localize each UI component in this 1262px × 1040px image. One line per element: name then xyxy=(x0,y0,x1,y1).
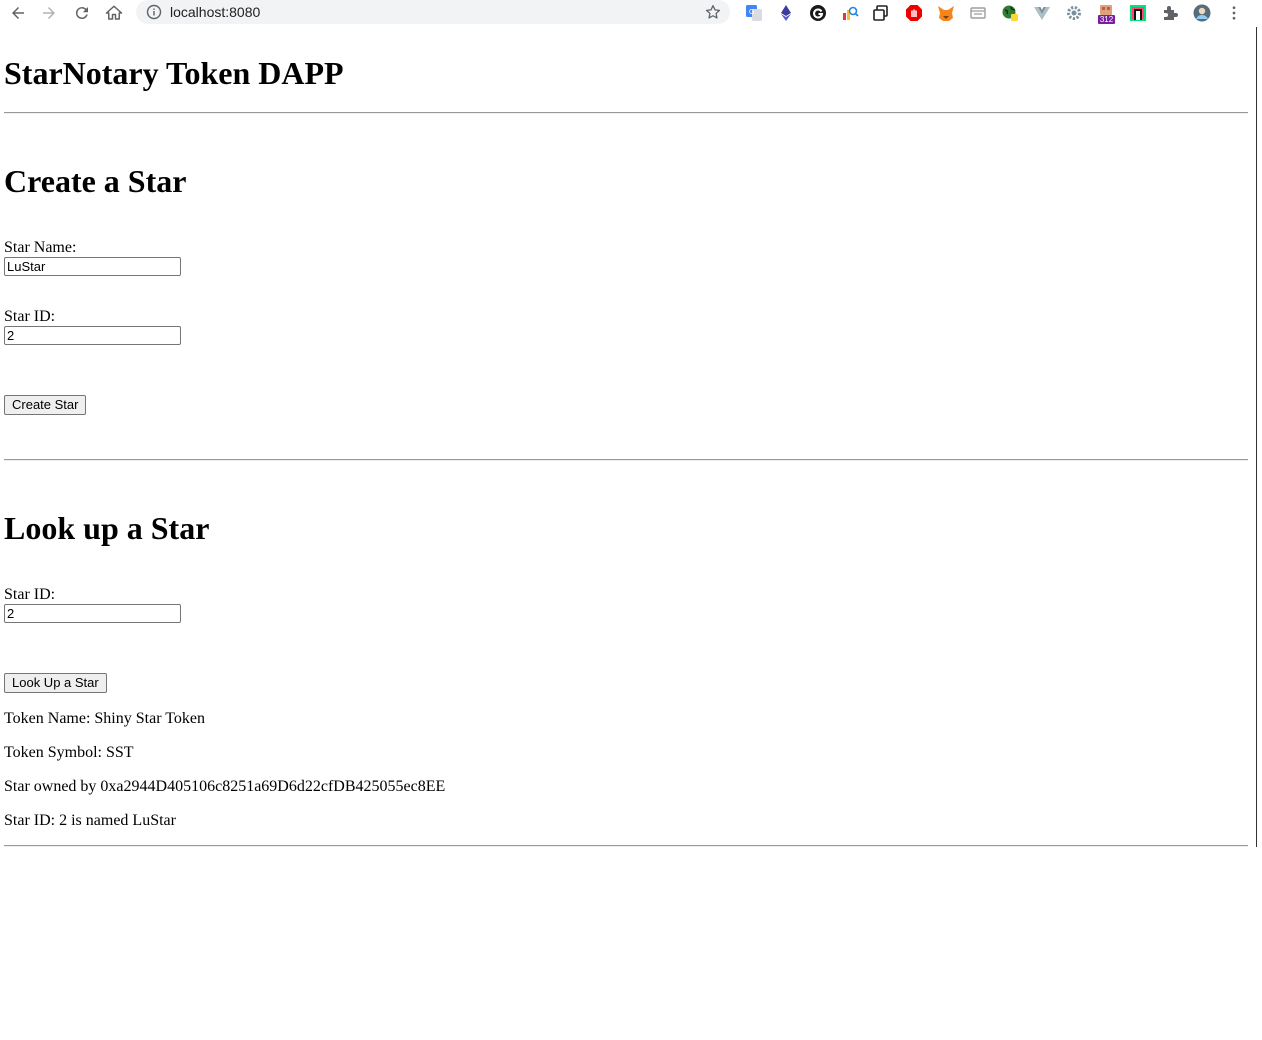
create-star-heading: Create a Star xyxy=(4,163,187,199)
back-button[interactable] xyxy=(6,1,30,25)
token-name-text: Token Name: Shiny Star Token xyxy=(4,710,205,727)
create-star-button[interactable]: Create Star xyxy=(4,395,87,415)
notion-icon[interactable] xyxy=(1127,2,1149,24)
calendar-icon[interactable]: 312 xyxy=(1095,2,1117,24)
settings-icon[interactable] xyxy=(1063,2,1085,24)
arrow-left-icon xyxy=(12,7,24,19)
token-symbol-text: Token Symbol: SST xyxy=(4,744,134,761)
lookup-star-button[interactable]: Look Up a Star xyxy=(4,673,107,693)
reload-button[interactable] xyxy=(70,1,94,25)
home-button[interactable] xyxy=(102,1,126,25)
google-translate-icon[interactable]: G xyxy=(743,2,765,24)
browser-toolbar: localhost:8080 G 312 xyxy=(0,0,1262,26)
vue-devtools-icon[interactable] xyxy=(1031,2,1053,24)
create-star-id-input[interactable] xyxy=(4,326,181,345)
lookup-star-heading: Look up a Star xyxy=(4,510,210,546)
url-text[interactable]: localhost:8080 xyxy=(170,4,260,20)
reader-icon[interactable] xyxy=(967,2,989,24)
puzzle-icon[interactable] xyxy=(1159,2,1181,24)
address-bar[interactable]: localhost:8080 xyxy=(136,0,730,24)
ethereum-icon[interactable] xyxy=(775,2,797,24)
search-tool-icon[interactable] xyxy=(839,2,861,24)
tab-copy-icon[interactable] xyxy=(870,2,892,24)
bookmark-star-icon[interactable] xyxy=(704,3,722,21)
forward-button[interactable] xyxy=(37,1,61,25)
arrow-right-icon xyxy=(43,7,55,19)
page-title: StarNotary Token DAPP xyxy=(4,55,344,91)
star-name-input[interactable] xyxy=(4,257,181,276)
divider-top xyxy=(4,112,1248,114)
create-star-id-label: Star ID: xyxy=(4,308,56,325)
divider-bottom xyxy=(4,845,1248,847)
svg-text:G: G xyxy=(749,9,754,16)
extension-badge: 312 xyxy=(1098,15,1115,24)
metamask-icon[interactable] xyxy=(935,2,957,24)
divider-middle xyxy=(4,459,1248,461)
earth-icon[interactable] xyxy=(999,2,1021,24)
star-name-label: Star Name: xyxy=(4,239,77,256)
browser-menu-button[interactable] xyxy=(1222,1,1246,25)
home-icon xyxy=(105,5,123,20)
info-icon[interactable] xyxy=(146,4,162,20)
page-right-border xyxy=(1256,27,1257,847)
reload-icon xyxy=(75,7,88,20)
adblock-icon[interactable] xyxy=(903,2,925,24)
star-owner-text: Star owned by 0xa2944D405106c8251a69D6d2… xyxy=(4,778,446,795)
lookup-star-id-label: Star ID: xyxy=(4,586,56,603)
more-vertical-icon xyxy=(1232,6,1236,20)
lookup-star-id-input[interactable] xyxy=(4,604,181,623)
avatar[interactable] xyxy=(1191,2,1213,24)
star-info-text: Star ID: 2 is named LuStar xyxy=(4,812,176,829)
grammarly-icon[interactable] xyxy=(807,2,829,24)
